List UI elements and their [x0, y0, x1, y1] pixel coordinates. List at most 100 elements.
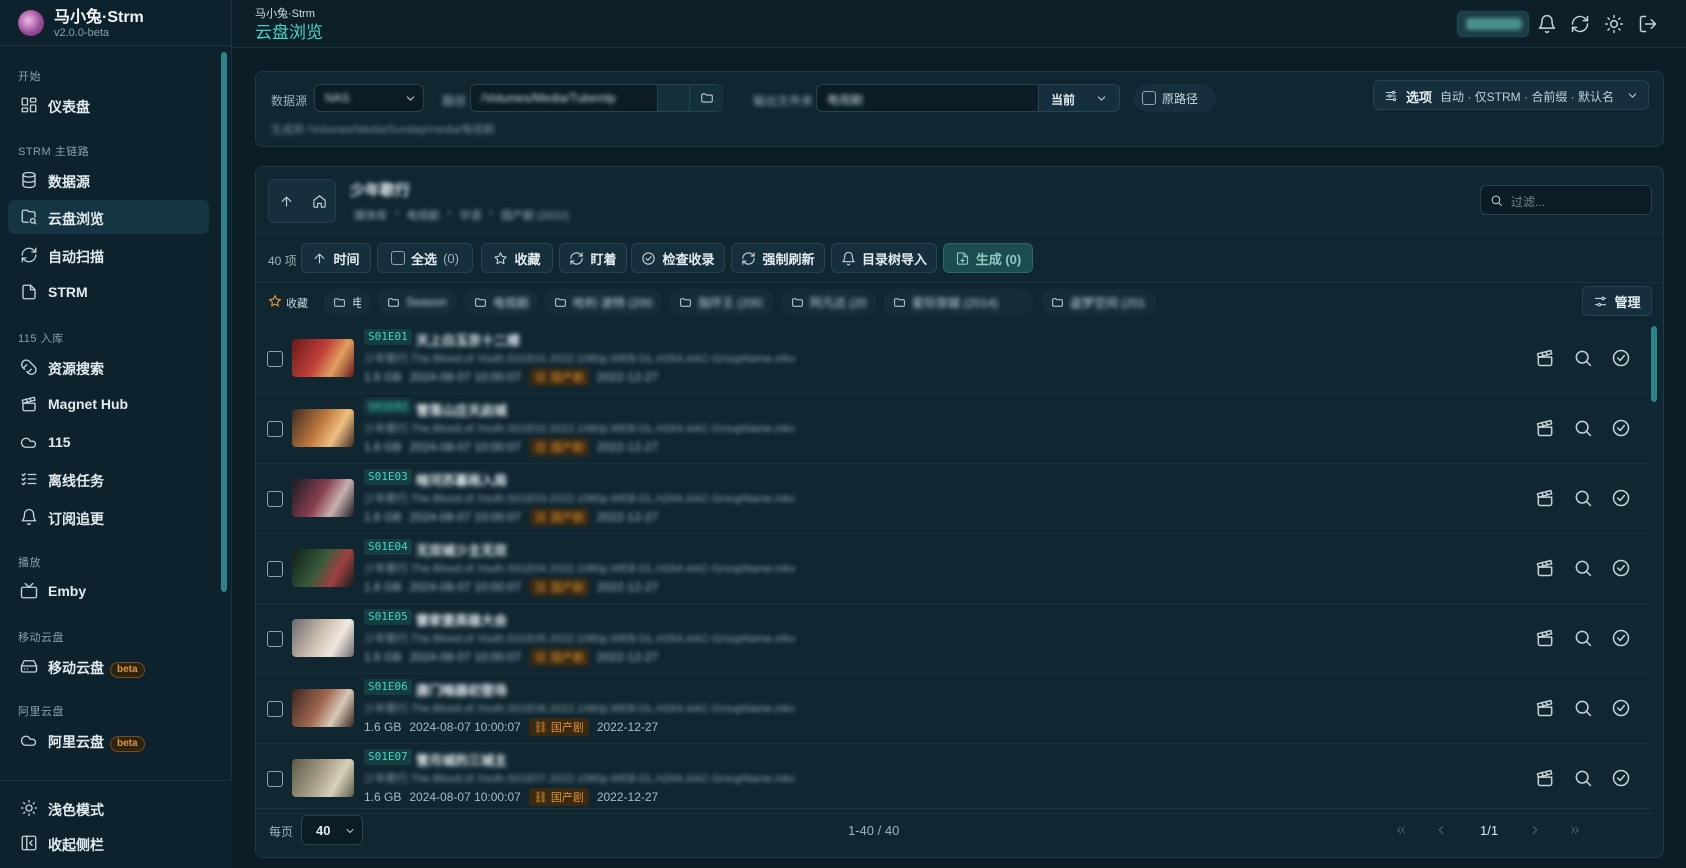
- check-circle-icon[interactable]: [1611, 768, 1631, 788]
- check-circle-icon[interactable]: [1611, 418, 1631, 438]
- light-mode-button[interactable]: 浅色模式: [8, 791, 209, 825]
- clapperboard-icon[interactable]: [1535, 698, 1555, 718]
- sidebar-item[interactable]: 离线任务: [8, 462, 209, 496]
- path-input[interactable]: /Volumes/Media/Tubemlp: [470, 84, 723, 112]
- file-row[interactable]: S01E06 唐门暗器初登场 少年歌行.The.Blood.of.Youth.S…: [256, 674, 1652, 744]
- user-badge[interactable]: [1457, 11, 1529, 37]
- next-page-icon[interactable]: [1528, 823, 1542, 837]
- file-row[interactable]: S01E01 天上白玉京十二楼 少年歌行.The.Blood.of.Youth.…: [256, 324, 1652, 394]
- check-circle-icon[interactable]: [1611, 488, 1631, 508]
- sidebar-item[interactable]: STRM: [8, 275, 209, 309]
- search-icon[interactable]: [1573, 348, 1593, 368]
- favorite-chip[interactable]: 指环王 (2001): [669, 289, 774, 315]
- breadcrumb-item[interactable]: 电视剧: [407, 207, 440, 223]
- search-icon[interactable]: [1573, 558, 1593, 578]
- folder-breadcrumb[interactable]: 媒体库 › 电视剧 › 华语 › 国产剧 (2022): [354, 207, 569, 223]
- current-dropdown[interactable]: 当前: [1038, 84, 1120, 112]
- row-checkbox[interactable]: [267, 351, 283, 367]
- output-folder-input[interactable]: 电视剧: [816, 84, 1042, 112]
- row-checkbox[interactable]: [267, 561, 283, 577]
- search-icon[interactable]: [1573, 418, 1593, 438]
- arrow-up-icon[interactable]: [279, 194, 294, 209]
- tree-import-button[interactable]: 目录树导入: [831, 243, 937, 273]
- sort-time-button[interactable]: 时间: [301, 243, 371, 273]
- row-checkbox[interactable]: [267, 771, 283, 787]
- first-page-icon[interactable]: [1394, 823, 1408, 837]
- datasource-select[interactable]: NAS: [314, 84, 424, 112]
- clapperboard-icon[interactable]: [1535, 558, 1555, 578]
- sidebar-item[interactable]: 订阅追更: [8, 500, 209, 534]
- clapperboard-icon[interactable]: [1535, 418, 1555, 438]
- search-icon[interactable]: [1573, 488, 1593, 508]
- clapperboard-icon[interactable]: [1535, 348, 1555, 368]
- favorite-button[interactable]: 收藏: [481, 243, 553, 273]
- per-page-select[interactable]: 40: [301, 815, 363, 845]
- list-scrollbar[interactable]: [1651, 326, 1657, 402]
- bell-icon[interactable]: [1537, 14, 1557, 34]
- row-checkbox[interactable]: [267, 491, 283, 507]
- sidebar-item[interactable]: 移动云盘 beta: [8, 649, 209, 683]
- nav-section-label: 移动云盘: [18, 631, 64, 644]
- path-clear-button[interactable]: [657, 85, 689, 111]
- sidebar-scrollbar[interactable]: [221, 52, 227, 592]
- pin-button[interactable]: 盯着: [559, 243, 627, 273]
- raw-path-checkbox[interactable]: [1142, 91, 1156, 105]
- check-circle-icon[interactable]: [1611, 628, 1631, 648]
- file-row[interactable]: S01E07 雪月城的三城主 少年歌行.The.Blood.of.Youth.S…: [256, 744, 1652, 814]
- refresh-icon[interactable]: [1570, 14, 1590, 34]
- options-dropdown[interactable]: 选项 自动 · 仅STRM · 合前缀 · 默认名: [1373, 80, 1649, 110]
- file-row[interactable]: S01E02 雪落山庄天启城 少年歌行.The.Blood.of.Youth.S…: [256, 394, 1652, 464]
- row-checkbox[interactable]: [267, 631, 283, 647]
- sidebar-item[interactable]: 资源搜索: [8, 350, 209, 384]
- file-row[interactable]: S01E05 雷家堡英雄大会 少年歌行.The.Blood.of.Youth.S…: [256, 604, 1652, 674]
- file-row[interactable]: S01E03 暗河苏暮雨入局 少年歌行.The.Blood.of.Youth.S…: [256, 464, 1652, 534]
- favorite-chip[interactable]: 电影: [323, 289, 371, 315]
- manage-button[interactable]: 管理: [1582, 286, 1652, 316]
- breadcrumb-item[interactable]: 媒体库: [354, 207, 387, 223]
- check-circle-icon[interactable]: [1611, 348, 1631, 368]
- sidebar-item[interactable]: 115: [8, 425, 209, 459]
- sidebar-item[interactable]: 云盘浏览: [8, 200, 209, 234]
- last-page-icon[interactable]: [1568, 823, 1582, 837]
- select-all-button[interactable]: 全选 (0): [377, 243, 473, 273]
- sidebar-item[interactable]: 仪表盘: [8, 88, 209, 122]
- logout-icon[interactable]: [1638, 14, 1658, 34]
- check-circle-icon[interactable]: [1611, 558, 1631, 578]
- genre-tag: ⛓ 国产剧: [528, 368, 589, 386]
- row-checkbox[interactable]: [267, 421, 283, 437]
- sidebar-item[interactable]: Magnet Hub: [8, 387, 209, 421]
- home-icon[interactable]: [312, 194, 327, 209]
- favorite-chip[interactable]: 星际穿越 (2014): [883, 289, 1033, 315]
- favorite-chip[interactable]: 电视剧: [464, 289, 538, 315]
- favorite-chip[interactable]: 哈利·波特 (2001): [544, 289, 662, 315]
- generate-button[interactable]: 生成 (0): [943, 243, 1033, 273]
- sidebar-item[interactable]: 阿里云盘 beta: [8, 723, 209, 757]
- clapperboard-icon[interactable]: [1535, 768, 1555, 788]
- clapperboard-icon[interactable]: [1535, 628, 1555, 648]
- path-browse-button[interactable]: [689, 85, 723, 111]
- select-all-checkbox[interactable]: [391, 251, 406, 265]
- favorite-chip[interactable]: 盗梦空间 (2010): [1041, 289, 1156, 315]
- theme-sun-icon[interactable]: [1604, 14, 1624, 34]
- row-checkbox[interactable]: [267, 701, 283, 717]
- search-icon[interactable]: [1573, 698, 1593, 718]
- search-icon[interactable]: [1573, 768, 1593, 788]
- check-circle-icon[interactable]: [1611, 698, 1631, 718]
- file-row[interactable]: S01E04 无双城少主无双 少年歌行.The.Blood.of.Youth.S…: [256, 534, 1652, 604]
- breadcrumb-item[interactable]: 华语: [459, 207, 481, 223]
- search-icon[interactable]: [1573, 628, 1593, 648]
- prev-page-icon[interactable]: [1434, 823, 1448, 837]
- sidebar-item[interactable]: 自动扫描: [8, 238, 209, 272]
- sidebar-item[interactable]: 数据源: [8, 163, 209, 197]
- raw-path-toggle[interactable]: 原路径: [1134, 84, 1216, 112]
- favorite-chip[interactable]: Season 1: [377, 289, 457, 315]
- force-refresh-button[interactable]: 强制刷新: [731, 243, 825, 273]
- chevron-down-icon: [1097, 96, 1106, 101]
- breadcrumb-item[interactable]: 国产剧 (2022): [501, 207, 569, 223]
- filter-input[interactable]: 过滤...: [1480, 185, 1652, 215]
- favorite-chip[interactable]: 阿凡达 (2009): [781, 289, 876, 315]
- clapperboard-icon[interactable]: [1535, 488, 1555, 508]
- check-included-button[interactable]: 检查收录: [631, 243, 725, 273]
- collapse-sidebar-button[interactable]: 收起侧栏: [8, 826, 209, 860]
- sidebar-item[interactable]: Emby: [8, 574, 209, 608]
